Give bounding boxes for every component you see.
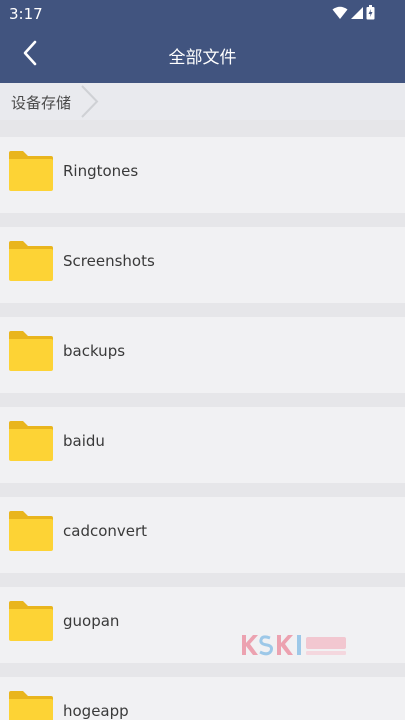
file-list: Ringtones Screenshots backups baidu cadc…	[0, 120, 405, 720]
folder-icon	[9, 331, 53, 371]
list-item-cadconvert[interactable]: cadconvert	[0, 497, 405, 573]
breadcrumb: 设备存储	[0, 83, 405, 120]
folder-icon	[9, 691, 53, 720]
file-name: Ringtones	[63, 162, 139, 180]
file-name: backups	[63, 342, 126, 360]
list-item-hogeapp[interactable]: hogeapp	[0, 677, 405, 720]
signal-icon	[350, 5, 364, 24]
app-header: 3:17 全部文件	[0, 0, 405, 83]
list-item-baidu[interactable]: baidu	[0, 407, 405, 483]
list-item-screenshots[interactable]: Screenshots	[0, 227, 405, 303]
file-name: guopan	[63, 612, 120, 630]
breadcrumb-item-device-storage[interactable]: 设备存储	[11, 92, 71, 113]
breadcrumb-separator-icon	[80, 85, 100, 122]
folder-icon	[9, 601, 53, 641]
status-icons	[332, 4, 375, 24]
file-name: hogeapp	[63, 702, 129, 720]
folder-icon	[9, 511, 53, 551]
battery-icon	[366, 4, 375, 24]
folder-icon	[9, 241, 53, 281]
status-time: 3:17	[9, 5, 43, 23]
wifi-icon	[332, 5, 348, 24]
folder-icon	[9, 151, 53, 191]
file-name: Screenshots	[63, 252, 155, 270]
file-name: cadconvert	[63, 522, 148, 540]
app-bar: 全部文件	[0, 28, 405, 83]
list-item-ringtones[interactable]: Ringtones	[0, 137, 405, 213]
list-item-backups[interactable]: backups	[0, 317, 405, 393]
page-title: 全部文件	[168, 48, 237, 68]
file-name: baidu	[63, 432, 105, 450]
folder-icon	[9, 421, 53, 461]
status-bar: 3:17	[0, 0, 405, 28]
watermark-logo	[240, 632, 350, 658]
